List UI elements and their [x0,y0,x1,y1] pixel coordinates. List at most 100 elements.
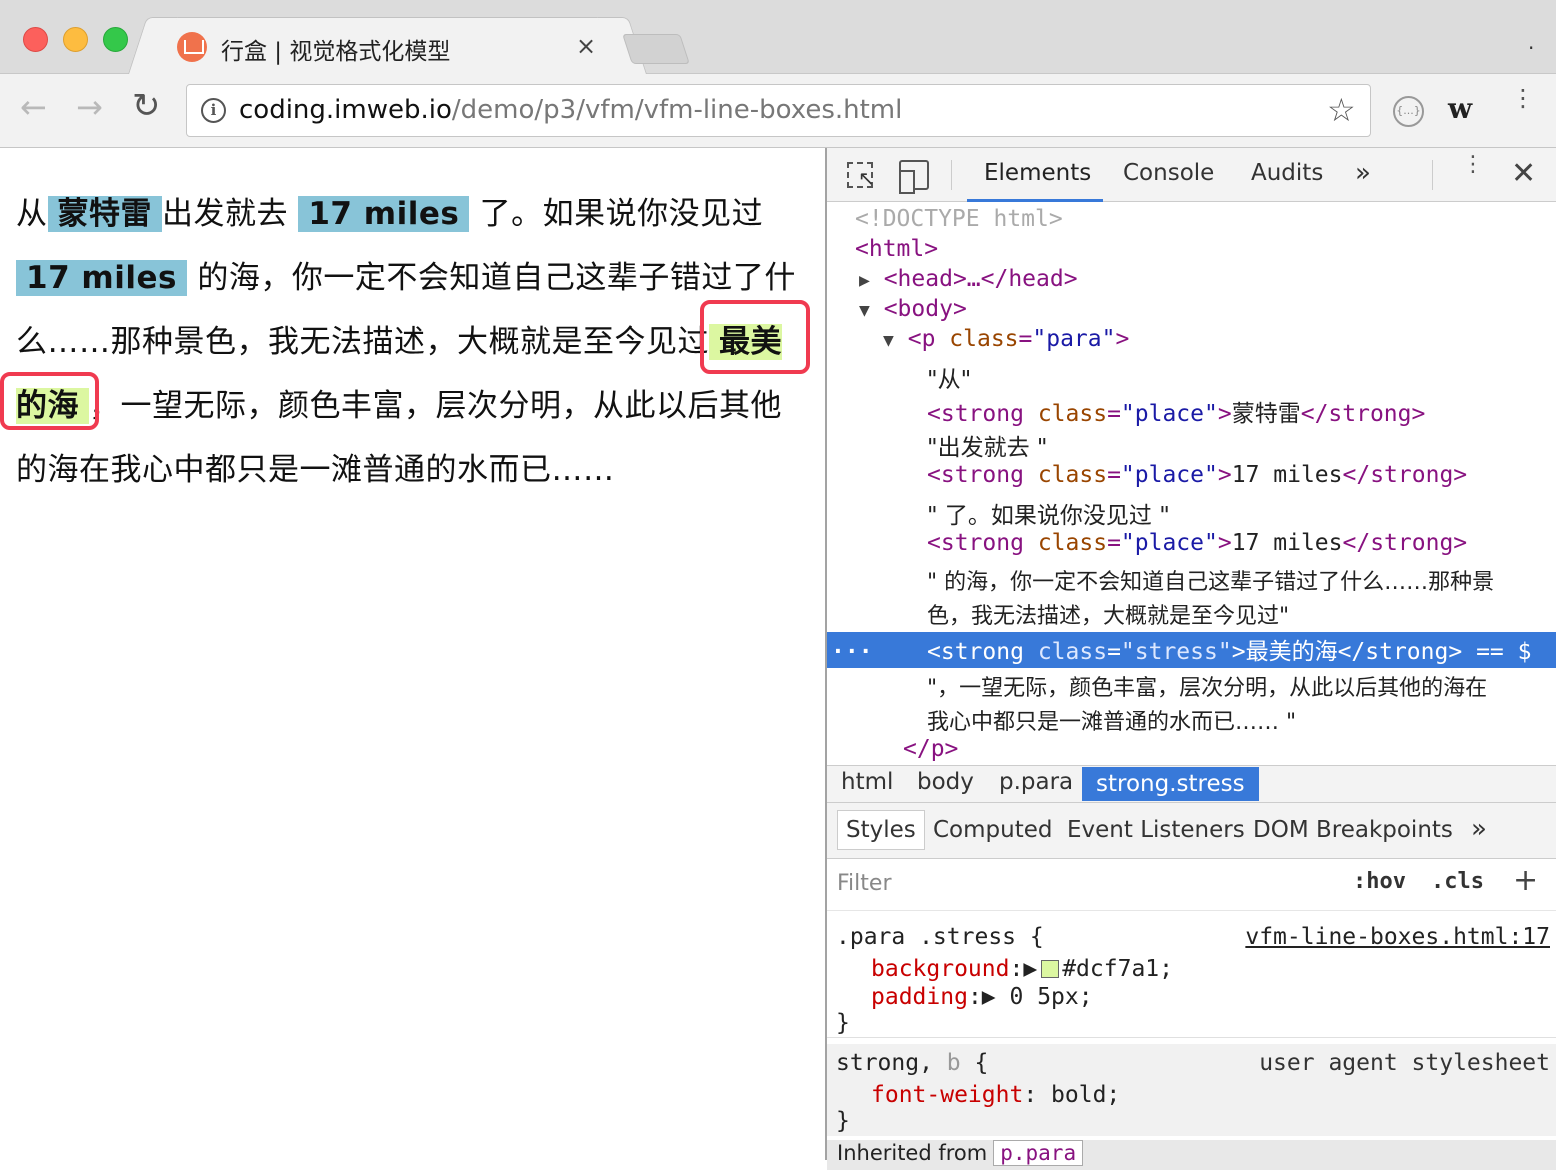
styles-filter-input[interactable]: Filter [837,871,891,896]
para-paragraph: 从蒙特雷 出发就去 17 miles 了。如果说你没见过 17 miles 的海，… [16,182,801,502]
rule-source-link[interactable]: vfm-line-boxes.html:17 [1245,922,1550,952]
url-path: /demo/p3/vfm/vfm-line-boxes.html [451,95,903,125]
place-strong: 17 miles [298,196,470,232]
device-toolbar-icon[interactable] [899,160,929,194]
rule-selector: strong, b { [836,1048,988,1078]
prop-name: padding [871,984,968,1010]
dom-text-node[interactable]: " 的海，你一定不会知道自己这辈子错过了什么……那种景 [827,564,1556,598]
strong-tag-name: strong [940,401,1024,427]
dom-node-p-close[interactable]: </p> [827,736,1556,765]
tab-computed[interactable]: Computed [933,817,1052,843]
dom-node-strong-place[interactable]: <strong class="place">17 miles</strong> [827,530,1556,564]
tab-event-listeners[interactable]: Event Listeners [1067,817,1245,843]
expand-triangle-icon[interactable]: ▶ [1023,956,1037,982]
node-actions-icon[interactable]: ··· [831,639,927,665]
dom-tree: <!DOCTYPE html> <html> ▶ <head>…</head> … [827,202,1556,765]
reload-icon[interactable]: ↻ [132,86,161,126]
tab-console[interactable]: Console [1123,160,1214,186]
place-strong: 17 miles [16,260,187,296]
prop-value: 0 5px; [1009,984,1093,1010]
dom-node-html[interactable]: <html> [827,236,1556,270]
inspect-element-icon[interactable] [847,162,875,190]
strong-tag-name: strong [1370,530,1454,556]
expanded-triangle-icon[interactable]: ▼ [883,330,894,351]
bookmark-star-icon[interactable]: ☆ [1327,91,1356,129]
breadcrumb-html[interactable]: html [841,769,893,795]
more-panes-chevron-icon[interactable]: » [1471,814,1487,844]
dom-text-node[interactable]: "出发就去 " [827,428,1556,462]
browser-menu-icon[interactable]: ⋮ [1511,86,1535,110]
forward-arrow-icon[interactable]: → [76,88,103,126]
zoom-window-button[interactable] [103,27,128,52]
dom-node-body[interactable]: ▼ <body> [827,296,1556,330]
breadcrumb-p-para[interactable]: p.para [999,769,1073,795]
expand-triangle-icon[interactable]: ▶ [982,984,996,1010]
strong-text: 17 miles [1231,530,1343,556]
head-tag: <head>…</head> [883,266,1078,292]
place-strong: 蒙特雷 [47,196,162,232]
site-info-icon[interactable]: i [201,98,226,123]
tab-dom-breakpoints[interactable]: DOM Breakpoints [1253,817,1453,843]
close-window-button[interactable] [23,27,48,52]
dom-text-node[interactable]: " 了。如果说你没见过 " [827,496,1556,530]
devtools-menu-icon[interactable]: ⋮ [1462,154,1484,176]
minimize-window-button[interactable] [63,27,88,52]
prop-value: bold; [1051,1082,1121,1108]
doctype-text: <!DOCTYPE html> [855,206,1063,232]
w-extension-icon[interactable]: w [1448,92,1472,125]
highlight-box-line-2 [0,372,99,430]
para-text-run: 出发就去 [162,196,299,232]
rule-selector[interactable]: .para .stress { [836,922,1044,952]
tab-close-icon[interactable]: × [576,32,596,60]
back-arrow-icon[interactable]: ← [20,88,47,126]
breadcrumb-strong-stress[interactable]: strong.stress [1082,767,1259,801]
dom-text-node[interactable]: "，一望无际，颜色丰富，层次分明，从此以后其他的海在 [827,670,1556,704]
tab-audits[interactable]: Audits [1251,160,1323,186]
attr-name: class [1037,639,1108,665]
css-rule-para-stress: .para .stress { vfm-line-boxes.html:17 b… [827,918,1556,1038]
devtools-close-icon[interactable]: ✕ [1511,156,1536,191]
strong-tag-name: strong [940,462,1024,488]
page-viewport: 从蒙特雷 出发就去 17 miles 了。如果说你没见过 17 miles 的海，… [0,148,825,1160]
dom-node-strong-place[interactable]: <strong class="place">蒙特雷</strong> [827,394,1556,428]
breadcrumb-body[interactable]: body [917,769,974,795]
browser-tab-active[interactable]: 行盒 | 视觉格式化模型 × [150,17,625,75]
more-tabs-chevron-icon[interactable]: » [1355,158,1371,188]
tab-styles[interactable]: Styles [837,810,925,850]
css-prop-padding[interactable]: padding:▶ 0 5px; [871,982,1093,1012]
tab-elements[interactable]: Elements [984,160,1091,186]
inherited-selector-link[interactable]: p.para [993,1140,1084,1166]
hov-toggle-button[interactable]: :hov [1353,869,1406,894]
strong-tag-name: strong [1370,462,1454,488]
para-text-run: 从 [16,196,48,232]
toolbar-divider [1432,160,1433,190]
css-prop-background[interactable]: background:▶ #dcf7a1; [871,954,1173,984]
collapsed-triangle-icon[interactable]: ▶ [859,270,870,291]
selector-part-dim: b [946,1050,961,1076]
color-swatch[interactable] [1041,960,1060,978]
devtools-panel: Elements Console Audits » ⋮ ✕ <!DOCTYPE … [825,148,1556,1170]
prop-name: background [871,956,1010,982]
attr-value: "place" [1120,401,1218,427]
new-tab-button[interactable] [622,34,690,64]
dom-node-strong-stress-selected[interactable]: ··· <strong class="stress">最美的海</strong> … [827,632,1556,668]
dom-node-doctype[interactable]: <!DOCTYPE html> [827,206,1556,240]
dom-text-node[interactable]: "从" [827,360,1556,394]
dom-node-strong-place[interactable]: <strong class="place">17 miles</strong> [827,462,1556,496]
url-text[interactable]: coding.imweb.io/demo/p3/vfm/vfm-line-box… [239,95,902,125]
styles-pane-tabs: Styles Computed Event Listeners DOM Brea… [827,803,1556,859]
expanded-triangle-icon[interactable]: ▼ [859,300,870,321]
strong-text: 蒙特雷 [1231,401,1301,427]
dom-text-node-continued[interactable]: 我心中都只是一滩普通的水而已…… " [827,704,1556,738]
strong-tag-name: strong [1328,401,1412,427]
dom-node-p[interactable]: ▼ <p class="para"> [827,326,1556,360]
cls-toggle-button[interactable]: .cls [1431,869,1484,894]
css-prop-font-weight: font-weight: bold; [871,1082,1121,1108]
dom-node-head[interactable]: ▶ <head>…</head> [827,266,1556,300]
new-rule-plus-icon[interactable]: + [1513,863,1538,898]
dom-text-node-continued[interactable]: 色，我无法描述，大概就是至今见过" [827,598,1556,632]
json-extension-icon[interactable]: {...} [1393,96,1424,127]
prop-name: font-weight [871,1082,1024,1108]
address-bar[interactable]: i coding.imweb.io/demo/p3/vfm/vfm-line-b… [186,84,1371,137]
styles-filter-bar: Filter :hov .cls + [827,859,1556,911]
